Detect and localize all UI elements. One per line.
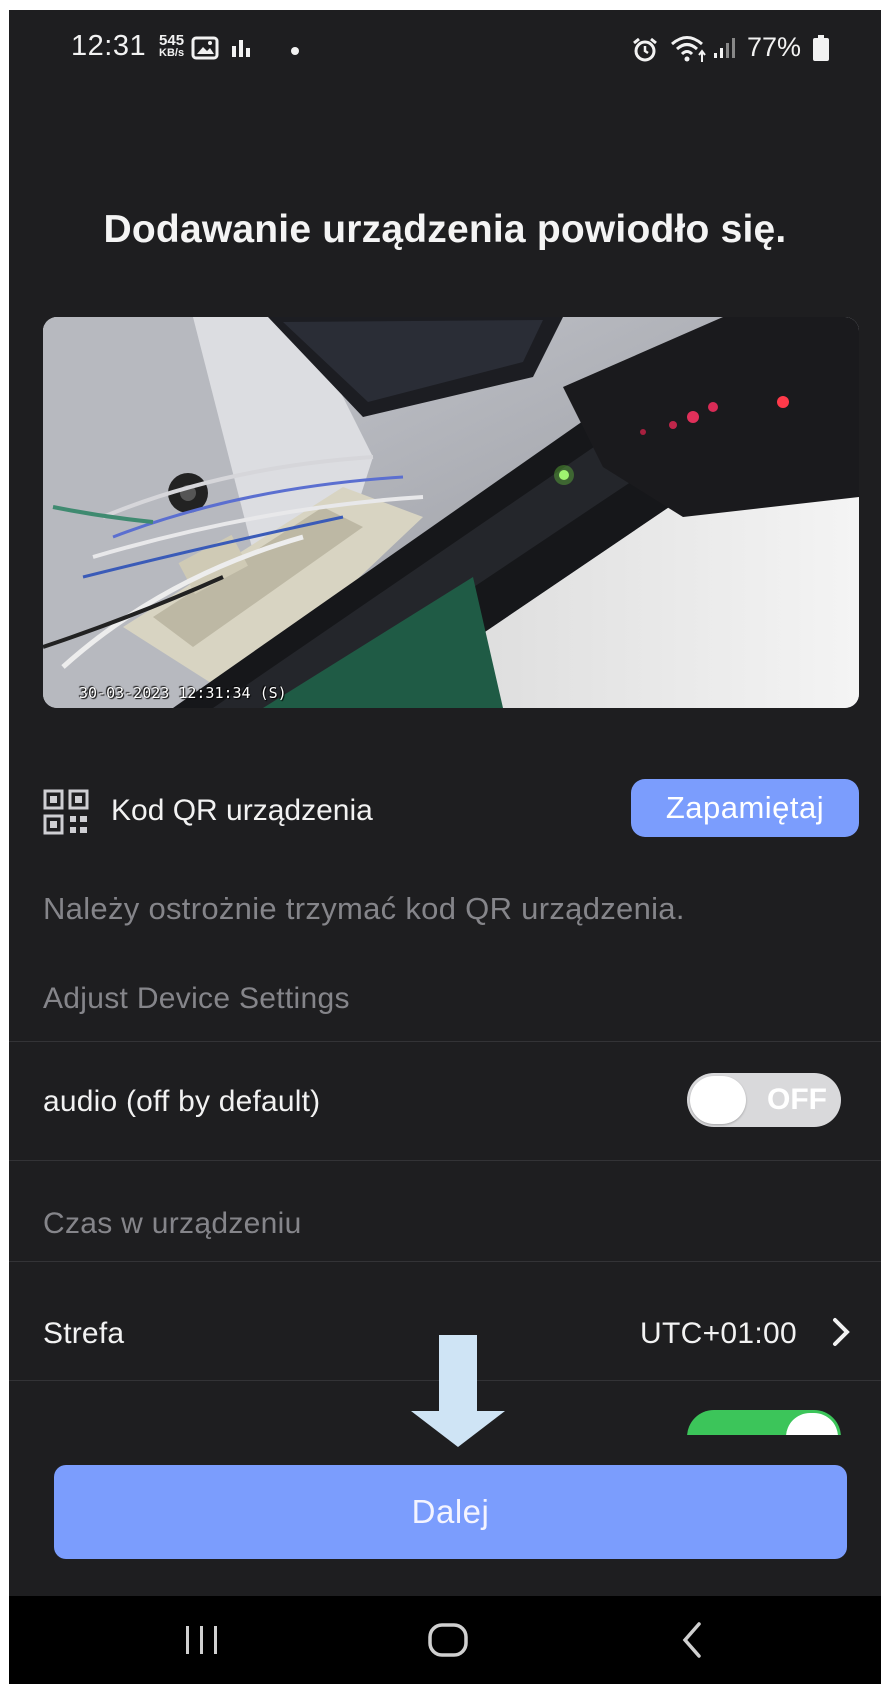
network-speed: 545 KB/s (159, 32, 185, 59)
qr-hint-text: Należy ostrożnie trzymać kod QR urządzen… (43, 891, 685, 926)
time-zone-label: Strefa (43, 1317, 125, 1350)
divider (9, 1261, 881, 1262)
phone-screen: 12:31 545 KB/s 77% Dodawanie urządzenia … (9, 10, 881, 1684)
network-speed-value: 545 (159, 32, 185, 49)
device-qr-row: Kod QR urządzenia Zapamiętaj (43, 779, 859, 845)
chevron-right-icon (833, 1318, 850, 1346)
battery-percent: 77% (747, 32, 802, 62)
back-icon[interactable] (677, 1618, 707, 1662)
wifi-icon (671, 36, 706, 62)
audio-label: audio (off by default) (43, 1085, 321, 1118)
audio-toggle-state: OFF (767, 1083, 827, 1116)
camera-preview[interactable]: 30-03-2023 12:31:34 (S) (43, 317, 859, 708)
next-button[interactable]: Dalej (54, 1465, 847, 1559)
page-title: Dodawanie urządzenia powiodło się. (103, 208, 787, 251)
image-icon (191, 36, 219, 60)
dot-icon (291, 47, 299, 55)
home-icon[interactable] (427, 1618, 469, 1662)
adjust-settings-header: Adjust Device Settings (43, 982, 350, 1015)
system-nav-bar (9, 1596, 881, 1684)
down-arrow-icon (411, 1335, 505, 1447)
hidden-setting-toggle-clip (687, 1410, 847, 1435)
remember-button[interactable]: Zapamiętaj (631, 779, 859, 837)
audio-toggle[interactable]: OFF (687, 1073, 841, 1127)
battery-icon (813, 35, 829, 61)
hidden-setting-toggle[interactable] (687, 1410, 841, 1435)
network-speed-unit: KB/s (159, 47, 185, 59)
divider (9, 1160, 881, 1161)
alarm-icon (633, 37, 657, 62)
recents-icon[interactable] (182, 1618, 222, 1662)
camera-preview-image (43, 317, 859, 708)
hidden-setting-toggle-knob (786, 1413, 838, 1435)
status-bar: 12:31 545 KB/s 77% (9, 10, 881, 90)
osd-timestamp: 30-03-2023 12:31:34 (S) (79, 684, 287, 702)
status-time: 12:31 (71, 30, 147, 62)
qr-code-icon (43, 789, 89, 835)
time-zone-value: UTC+01:00 (640, 1317, 797, 1350)
divider (9, 1041, 881, 1042)
signal-icon (714, 38, 735, 58)
device-time-header: Czas w urządzeniu (43, 1207, 302, 1240)
bars-icon (232, 40, 250, 57)
audio-toggle-knob (690, 1076, 746, 1124)
qr-code-label: Kod QR urządzenia (111, 794, 373, 827)
